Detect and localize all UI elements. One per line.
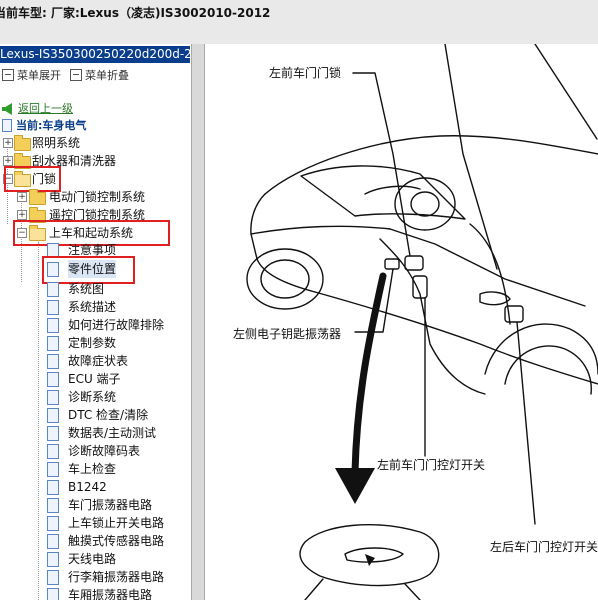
page-icon — [47, 408, 59, 423]
tree-item-label: 行李箱振荡器电路 — [68, 570, 165, 584]
tree-item-label: 照明系统 — [32, 136, 81, 150]
page-icon — [47, 534, 59, 549]
page-icon — [47, 552, 59, 567]
pointer-arrow-head — [335, 468, 375, 504]
navigation-panel: Lexus-IS350300250220d200d-20 菜单展开 菜单折叠 返… — [0, 44, 191, 600]
car-hood-line — [250, 225, 391, 235]
parts-location-diagram: 左前车门门锁 左侧电子钥匙振荡器 左前车门门控灯开关 左后车门门控灯开关 — [205, 43, 598, 601]
tree-toolbar: 菜单展开 菜单折叠 — [0, 65, 190, 83]
folder-icon — [29, 189, 46, 205]
folder-icon — [14, 135, 31, 151]
handle-marker — [365, 554, 375, 566]
page-icon — [47, 426, 59, 441]
tree-item-label: 车门振荡器电路 — [68, 498, 153, 512]
detail-line — [304, 578, 324, 601]
page-icon — [47, 354, 59, 369]
tree-item-label: 电动门锁控制系统 — [49, 190, 146, 204]
front-wheel-hub — [260, 259, 310, 299]
label-front-left-door-lock: 左前车门门锁 — [269, 66, 342, 80]
rear-wheel — [504, 345, 592, 395]
page-icon — [47, 462, 59, 477]
b-pillar — [469, 223, 511, 325]
tree-item-label: 系统描述 — [68, 300, 117, 314]
expand-plus-icon[interactable]: + — [3, 138, 13, 148]
tree-item-label: 触摸式传感器电路 — [68, 534, 165, 548]
tree-item-label: 定制参数 — [68, 336, 117, 350]
current-model-title: 当前车型: 厂家:Lexus（凌志)IS3002010-2012 — [0, 6, 271, 20]
back-arrow-icon — [2, 103, 12, 115]
page-icon — [47, 318, 59, 333]
tree-item-label: DTC 检查/清除 — [68, 408, 149, 422]
front-wheel — [246, 248, 324, 310]
dashboard-line — [364, 185, 421, 195]
tree-item-label: 上车锁止开关电路 — [68, 516, 165, 530]
tree-item-label: 车厢振荡器电路 — [68, 588, 153, 600]
tree-item-label: 天线电路 — [68, 552, 117, 566]
page-icon — [47, 588, 59, 600]
collapse-menu-label: 菜单折叠 — [85, 69, 129, 82]
page-icon — [47, 372, 59, 387]
tree-item-label: 故障症状表 — [68, 354, 129, 368]
panel-splitter[interactable] — [191, 44, 205, 600]
tree-line — [38, 242, 39, 600]
title-bar: 当前车型: 厂家:Lexus（凌志)IS3002010-2012 — [0, 0, 598, 45]
door-lock-unit — [404, 255, 424, 271]
document-title-bar: Lexus-IS350300250220d200d-20 — [0, 46, 190, 63]
page-icon — [47, 516, 59, 531]
tree-item-label: B1242 — [68, 480, 107, 494]
label-front-left-courtesy-switch: 左前车门门控灯开关 — [377, 458, 486, 472]
door-handle-detail — [299, 524, 440, 587]
leader-line — [534, 43, 598, 140]
expand-plus-icon[interactable]: + — [17, 210, 27, 220]
tree-item-label: ECU 端子 — [68, 372, 121, 386]
page-icon — [47, 300, 59, 315]
expand-menu-button[interactable]: 菜单展开 — [2, 67, 61, 83]
collapse-icon — [70, 69, 82, 81]
windshield — [300, 165, 466, 220]
tree-item-label: 如何进行故障排除 — [68, 318, 165, 332]
page-icon — [47, 444, 59, 459]
car-beltline — [389, 228, 586, 307]
tree-item-label: 数据表/主动测试 — [68, 426, 157, 440]
tree-item-label: 诊断系统 — [68, 390, 117, 404]
car-diagram-svg — [246, 43, 598, 601]
current-section-label: 当前:车身电气 — [16, 119, 87, 132]
expand-menu-label: 菜单展开 — [17, 69, 61, 82]
page-icon — [47, 390, 59, 405]
page-icon — [47, 480, 59, 495]
page-icon — [47, 570, 59, 585]
leader-line — [444, 43, 498, 270]
document-icon — [2, 119, 12, 132]
key-oscillator-unit — [384, 258, 400, 270]
page-icon — [47, 282, 59, 297]
handle-grip — [344, 547, 404, 563]
detail-line — [404, 583, 421, 601]
tree-item-label: 车上检查 — [68, 462, 117, 476]
label-left-key-oscillator: 左侧电子钥匙振荡器 — [233, 327, 342, 341]
collapse-menu-button[interactable]: 菜单折叠 — [70, 67, 129, 83]
page-icon — [47, 498, 59, 513]
expand-plus-icon[interactable]: + — [17, 192, 27, 202]
tree-item-label: 系统图 — [68, 282, 105, 296]
label-rear-left-courtesy-switch: 左后车门门控灯开关 — [490, 540, 598, 554]
car-side-sill — [314, 291, 598, 385]
expand-icon — [2, 69, 14, 81]
expand-plus-icon[interactable]: + — [3, 156, 13, 166]
page-icon — [47, 336, 59, 351]
steering-wheel-hub — [410, 191, 440, 217]
back-link-label: 返回上一级 — [18, 102, 73, 115]
tree-item-label: 诊断故障码表 — [68, 444, 141, 458]
